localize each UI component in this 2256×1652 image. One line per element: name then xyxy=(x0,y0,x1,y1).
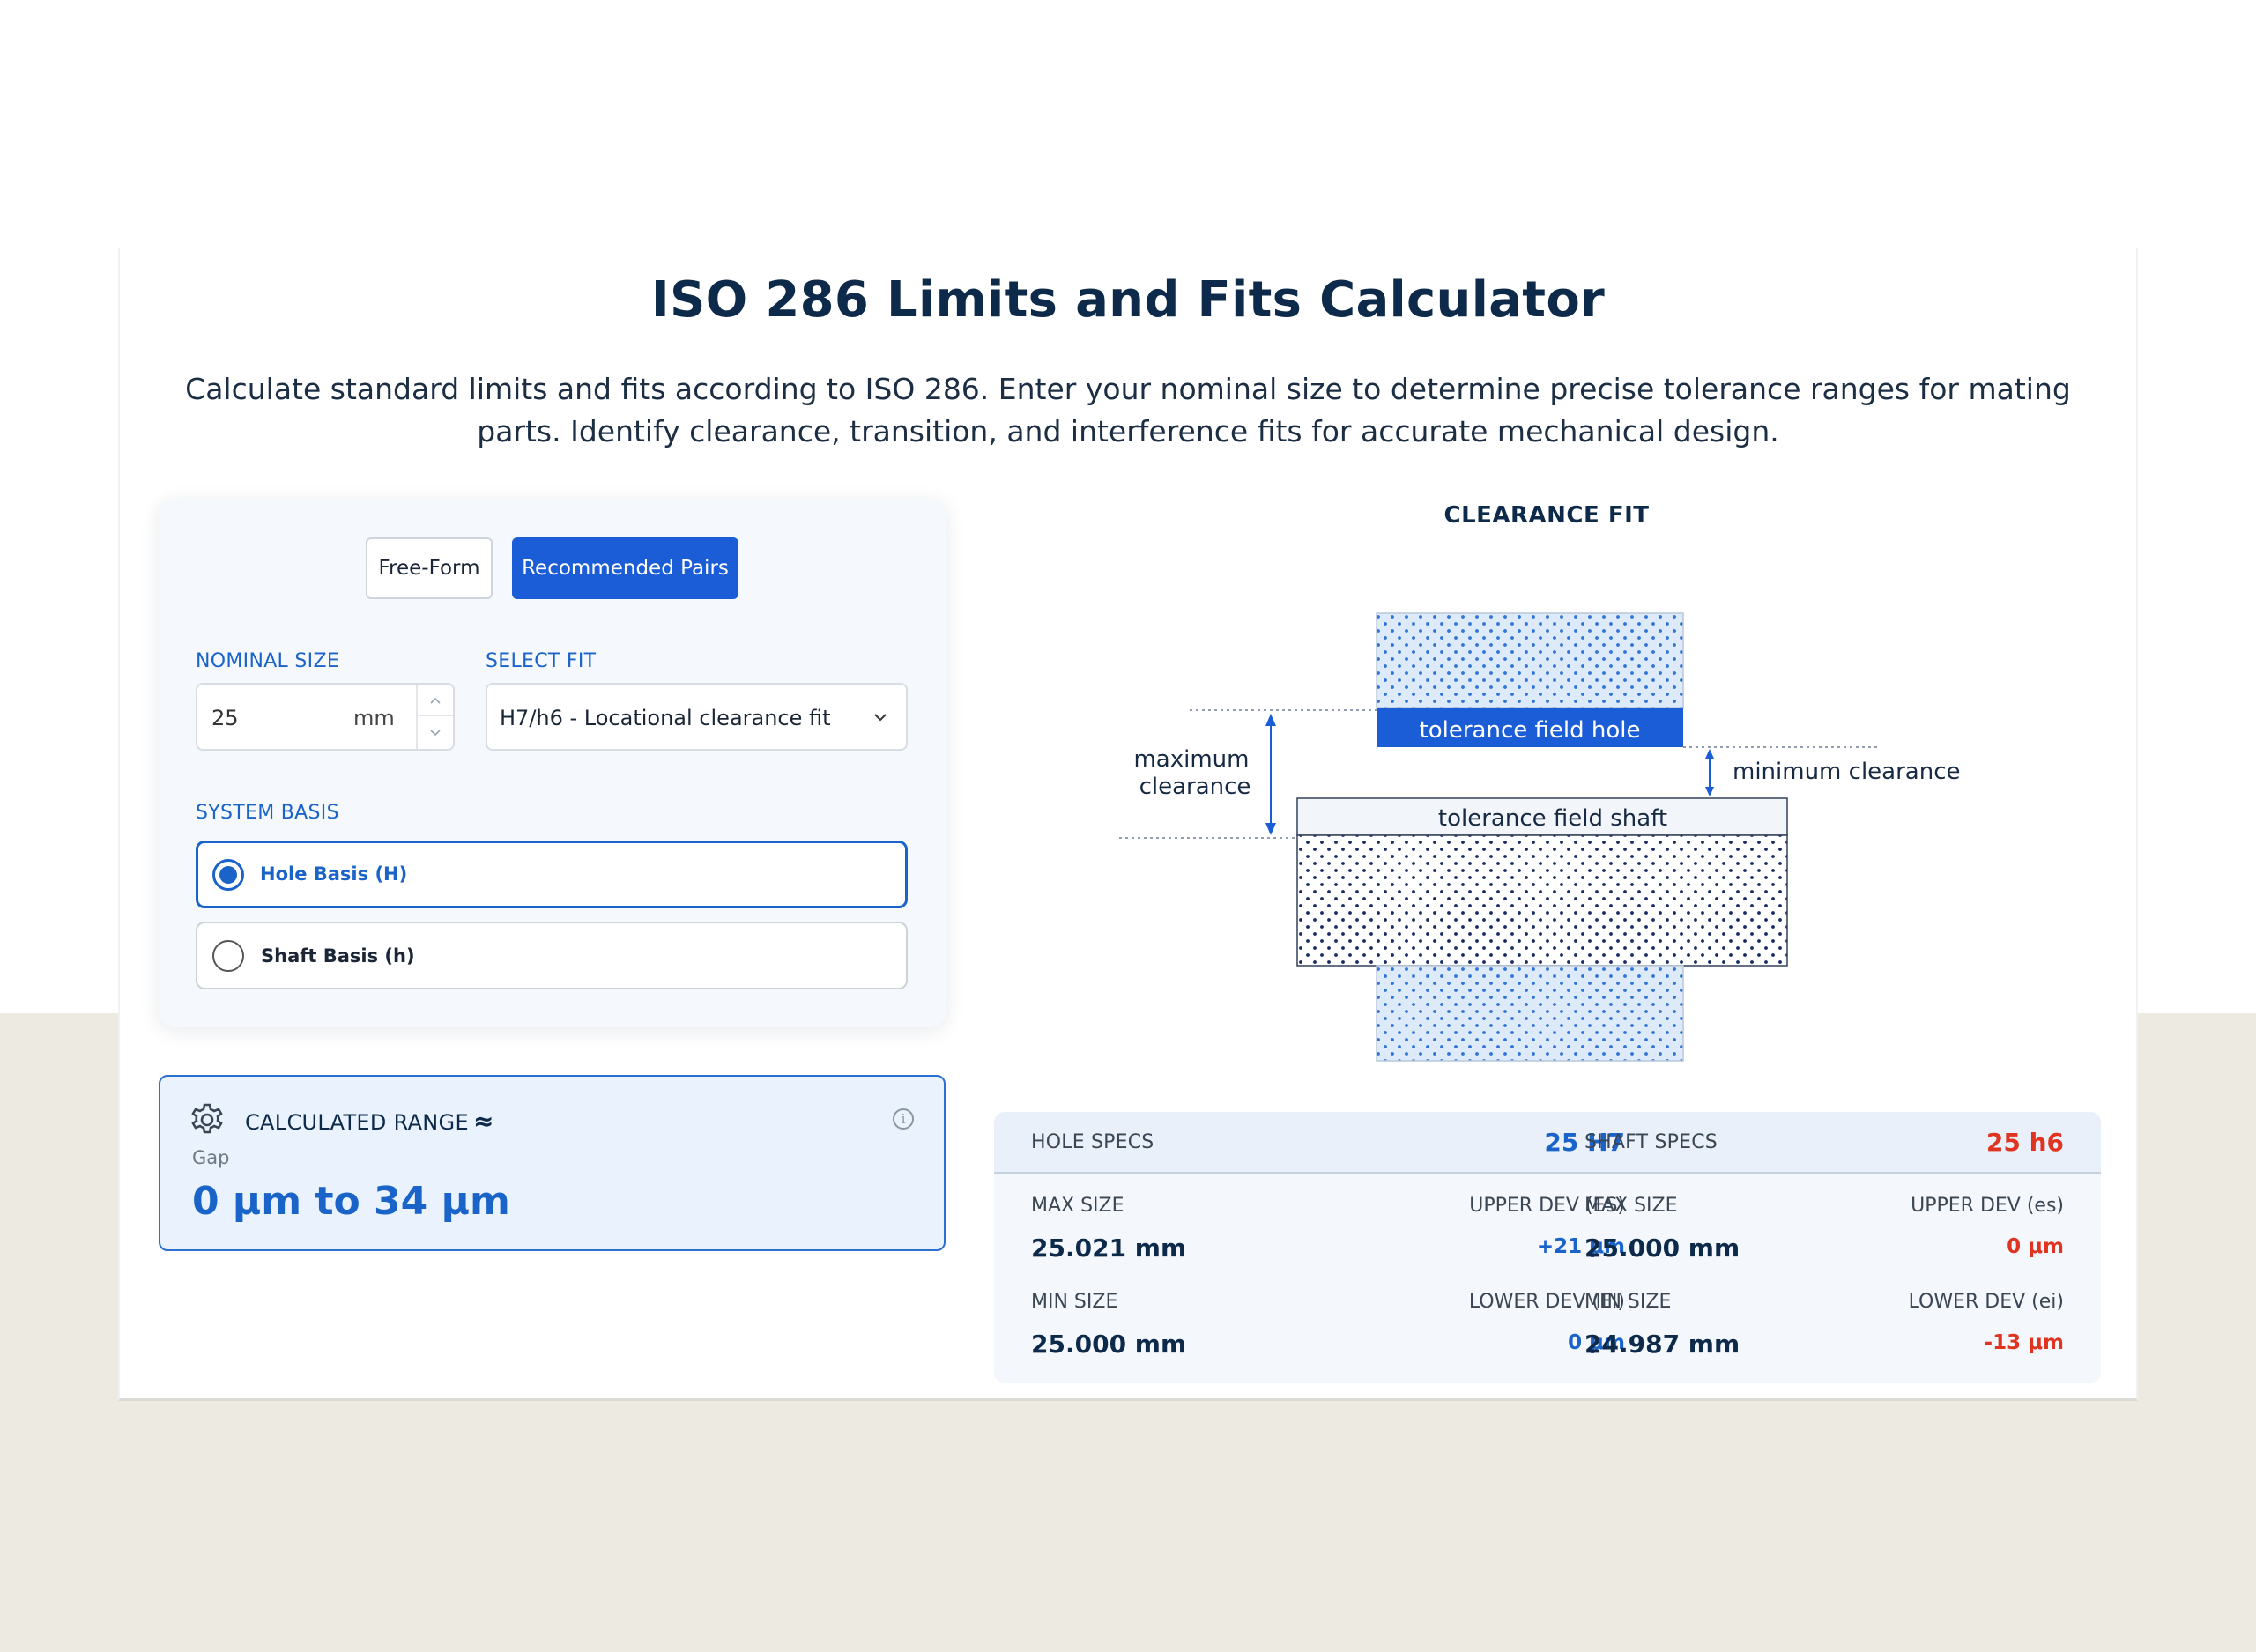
hole-lower-dev: 0 μm xyxy=(1568,1331,1625,1354)
page-title: ISO 286 Limits and Fits Calculator xyxy=(650,271,1606,329)
specs-table: HOLE SPECS 25 H7 SHAFT SPECS 25 h6 MAX S… xyxy=(994,1112,2101,1383)
shaft-tolerance-label: tolerance field shaft xyxy=(1438,805,1667,832)
radio-shaft-basis-label: Shaft Basis (h) xyxy=(261,945,415,967)
clearance-fit-diagram: tolerance field hole tolerance field sha… xyxy=(1119,612,1961,1062)
gear-icon xyxy=(191,1103,223,1134)
chevron-down-icon xyxy=(874,714,887,722)
shaft-min-size: 24.987 mm xyxy=(1584,1330,1740,1359)
hole-upper-block xyxy=(1376,612,1684,709)
step-down-icon[interactable] xyxy=(418,717,453,749)
radio-hole-basis-label: Hole Basis (H) xyxy=(260,863,408,885)
max-clearance-label-line2: clearance xyxy=(1139,774,1251,800)
shaft-upper-dev-label: UPPER DEV (es) xyxy=(1911,1195,2064,1217)
system-basis-label: SYSTEM BASIS xyxy=(196,802,339,824)
nominal-size-value[interactable]: 25 xyxy=(212,706,239,730)
nominal-size-unit: mm xyxy=(353,706,395,730)
gap-label: Gap xyxy=(192,1147,230,1168)
hole-tolerance-label: tolerance field hole xyxy=(1420,717,1641,744)
radio-hole-basis[interactable]: Hole Basis (H) xyxy=(196,841,908,908)
step-up-icon[interactable] xyxy=(418,685,453,716)
shaft-block xyxy=(1296,834,1788,967)
hole-max-size-label: MAX SIZE xyxy=(1031,1195,1124,1217)
shaft-designation: 25 h6 xyxy=(1985,1128,2064,1157)
hole-designation: 25 H7 xyxy=(1544,1128,1625,1157)
radio-unselected-icon[interactable] xyxy=(212,940,244,972)
select-fit-value: H7/h6 - Locational clearance fit xyxy=(500,706,831,730)
info-icon[interactable]: i xyxy=(893,1108,914,1130)
page-description: Calculate standard limits and fits accor… xyxy=(185,372,2071,448)
calculated-range-title: CALCULATED RANGE xyxy=(245,1110,469,1135)
hole-specs-header: HOLE SPECS xyxy=(1031,1131,1154,1153)
diagram-title: CLEARANCE FIT xyxy=(1443,502,1650,529)
shaft-max-size: 25.000 mm xyxy=(1584,1233,1740,1263)
specs-header-row: HOLE SPECS 25 H7 SHAFT SPECS 25 h6 xyxy=(994,1112,2101,1174)
radio-shaft-basis[interactable]: Shaft Basis (h) xyxy=(196,922,908,989)
radio-selected-icon[interactable] xyxy=(212,859,244,891)
shaft-lower-dev-label: LOWER DEV (ei) xyxy=(1908,1291,2064,1313)
approx-icon: ≈ xyxy=(473,1107,494,1136)
hole-min-size-label: MIN SIZE xyxy=(1031,1291,1118,1313)
shaft-upper-dev: 0 μm xyxy=(2007,1235,2064,1258)
nominal-size-stepper xyxy=(416,685,453,749)
free-form-button[interactable]: Free-Form xyxy=(366,537,493,599)
hole-lower-block xyxy=(1376,965,1684,1062)
select-fit-dropdown[interactable]: H7/h6 - Locational clearance fit xyxy=(486,683,908,751)
nominal-size-label: NOMINAL SIZE xyxy=(196,650,340,672)
shaft-specs-header: SHAFT SPECS xyxy=(1584,1131,1718,1153)
recommended-pairs-button[interactable]: Recommended Pairs xyxy=(512,537,738,599)
shaft-lower-dev: -13 μm xyxy=(1984,1331,2064,1354)
hole-upper-dev: +21 μm xyxy=(1536,1235,1625,1258)
calculated-range-value: 0 μm to 34 μm xyxy=(192,1179,510,1224)
nominal-size-input[interactable]: 25 mm xyxy=(196,683,455,751)
hole-max-size: 25.021 mm xyxy=(1031,1233,1187,1263)
shaft-max-size-label: MAX SIZE xyxy=(1584,1195,1678,1217)
max-clearance-label-line1: maximum xyxy=(1133,746,1249,773)
hole-min-size: 25.000 mm xyxy=(1031,1330,1187,1359)
shaft-min-size-label: MIN SIZE xyxy=(1584,1291,1672,1313)
hole-lower-dev-label: LOWER DEV (EI) xyxy=(1468,1291,1625,1313)
min-clearance-label: minimum clearance xyxy=(1733,759,1961,785)
calculated-range-box: CALCULATED RANGE ≈ i Gap 0 μm to 34 μm xyxy=(159,1075,946,1251)
hole-upper-dev-label: UPPER DEV (ES) xyxy=(1469,1195,1625,1217)
select-fit-label: SELECT FIT xyxy=(486,650,597,672)
